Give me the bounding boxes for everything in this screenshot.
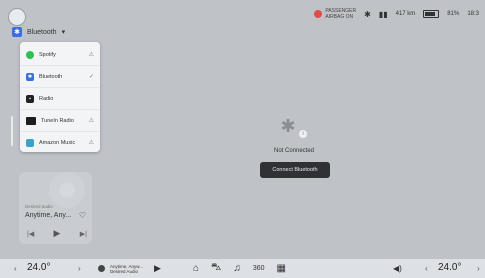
chevron-left-icon[interactable]: ‹ [425,264,428,273]
mini-track-source: Desired Audio [110,268,139,274]
range-text: 417 km [395,11,416,17]
passenger-temperature[interactable]: 24.0° [438,262,461,273]
source-selector-label: Bluetooth [27,28,57,36]
menu-item-label: Spotify [39,51,56,58]
now-playing-card[interactable]: Desired audio Anytime, Any... ♡ |◀ ▶ ▶| [19,172,92,244]
audio-source-selector[interactable]: ✱ Bluetooth ▾ [12,27,65,37]
music-icon[interactable]: ♫ [233,263,241,274]
apps-icon[interactable]: ▦ [277,263,286,274]
bottom-nav: ⌂ ⛍ ♫ 360 ▦ [193,262,286,275]
scroll-indicator[interactable] [11,116,13,146]
chevron-down-icon: ▾ [61,29,66,36]
bluetooth-icon: ✱ [26,72,34,81]
menu-item-label: Amazon Music [39,139,76,146]
driver-temperature[interactable]: 24.0° [27,262,50,273]
battery-percent: 81% [447,11,460,17]
home-icon[interactable]: ⌂ [193,263,199,274]
airbag-indicator: PASSENGER AIRBAG ON [314,8,356,20]
amazon-music-icon [26,138,34,147]
mini-album-art [98,265,105,272]
info-icon[interactable]: i [299,130,307,138]
audio-source-menu: Spotify ⚠ ✱ Bluetooth ✓ ▪ Radio TuneIn R… [20,42,100,152]
clock: 18:3 [467,11,479,17]
menu-item-label: Bluetooth [39,73,63,80]
warning-icon: ⚠ [88,140,94,146]
play-icon[interactable]: ▶ [54,228,61,239]
chevron-right-icon[interactable]: › [78,264,81,273]
favorite-icon[interactable]: ♡ [79,211,86,220]
check-icon: ✓ [88,74,94,80]
previous-track-icon[interactable]: |◀ [27,230,34,238]
view-360-icon[interactable]: 360 [253,265,265,272]
tunein-icon [26,116,36,125]
battery-icon [423,10,440,18]
menu-item-label: TuneIn Radio [41,117,74,124]
connection-status: Not Connected [273,148,315,154]
track-title: Anytime, Any... [25,212,72,219]
menu-item-tunein[interactable]: TuneIn Radio ⚠ [20,110,100,132]
next-track-icon[interactable]: ▶| [80,230,87,238]
connect-bluetooth-button[interactable]: Connect Bluetooth [260,162,330,178]
warning-icon: ⚠ [88,118,94,124]
menu-item-amazon-music[interactable]: Amazon Music ⚠ [20,132,100,153]
menu-item-spotify[interactable]: Spotify ⚠ [20,44,100,66]
infotainment-screen: PASSENGER AIRBAG ON ✱ ▮▮ 417 km 81% 18:3… [0,0,485,278]
airbag-icon [314,10,323,18]
menu-item-bluetooth[interactable]: ✱ Bluetooth ✓ [20,66,100,88]
bluetooth-source-icon: ✱ [12,27,22,37]
menu-item-radio[interactable]: ▪ Radio [20,88,100,110]
mini-player[interactable]: Anytime, Anyw... Desired Audio ▶ [98,263,161,274]
playback-controls: |◀ ▶ ▶| [27,228,87,239]
radio-icon: ▪ [26,94,34,103]
mini-play-icon[interactable]: ▶ [154,263,161,274]
profile-avatar[interactable] [8,8,26,26]
bluetooth-status-icon: ✱ [364,9,371,19]
album-art-icon [49,172,85,208]
menu-item-label: Radio [39,95,54,102]
status-bar: PASSENGER AIRBAG ON ✱ ▮▮ 417 km 81% 18:3 [314,8,479,20]
chevron-right-icon[interactable]: › [477,264,480,273]
chevron-left-icon[interactable]: ‹ [14,264,17,273]
audio-source-label: Desired audio [25,204,53,209]
car-icon[interactable]: ⛍ [211,262,221,275]
volume-icon[interactable]: ◀) [393,264,402,273]
warning-icon: ⚠ [88,52,94,58]
airbag-line2: AIRBAG ON [325,14,354,20]
signal-icon: ▮▮ [378,9,388,19]
spotify-icon [26,50,34,59]
bluetooth-large-icon: ✱ [280,115,296,136]
